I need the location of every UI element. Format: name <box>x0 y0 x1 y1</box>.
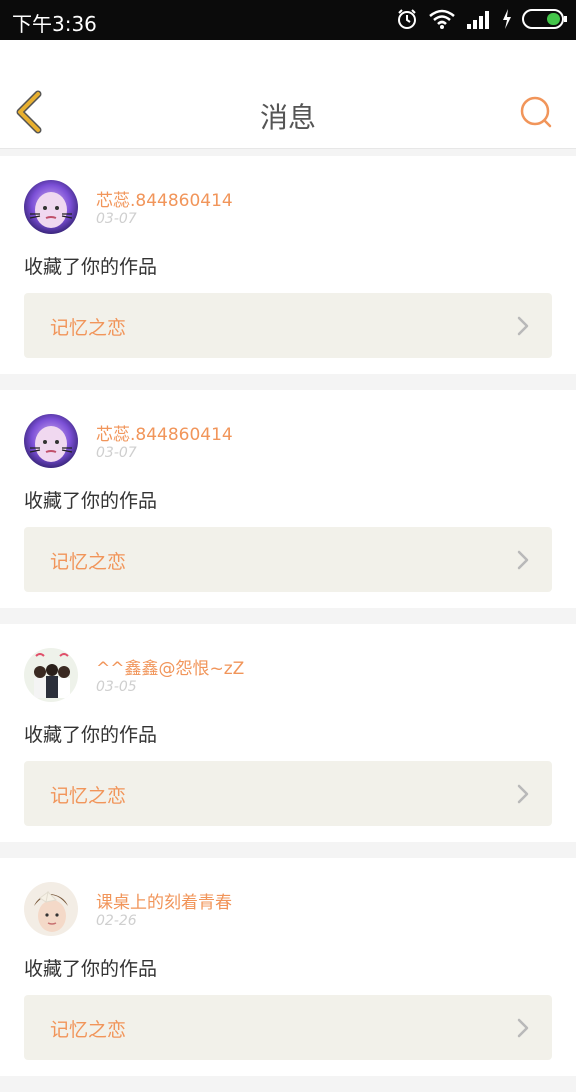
message-card: 课桌上的刻着青春 02-26 收藏了你的作品 记忆之恋 <box>0 858 576 1076</box>
chevron-right-icon <box>517 784 529 804</box>
work-link[interactable]: 记忆之恋 <box>24 995 552 1060</box>
avatar[interactable] <box>24 882 78 936</box>
work-title: 记忆之恋 <box>50 317 127 339</box>
work-link[interactable]: 记忆之恋 <box>24 761 552 826</box>
work-title: 记忆之恋 <box>50 785 127 807</box>
message-card: ^^鑫鑫@怨恨~zZ 03-05 收藏了你的作品 记忆之恋 <box>0 624 576 842</box>
status-time: 下午3:36 <box>12 12 97 36</box>
date: 03-05 <box>96 679 137 695</box>
username[interactable]: 芯蕊.844860414 <box>96 420 233 445</box>
date: 03-07 <box>96 445 137 461</box>
signal-icon <box>467 11 489 29</box>
username[interactable]: 课桌上的刻着青春 <box>96 888 232 913</box>
chevron-right-icon <box>517 316 529 336</box>
action-text: 收藏了你的作品 <box>24 490 158 512</box>
chevron-right-icon <box>517 550 529 570</box>
username[interactable]: ^^鑫鑫@怨恨~zZ <box>96 654 244 679</box>
username[interactable]: 芯蕊.844860414 <box>96 186 233 211</box>
status-icons <box>396 8 568 30</box>
search-icon <box>520 96 552 128</box>
action-text: 收藏了你的作品 <box>24 256 158 278</box>
work-link[interactable]: 记忆之恋 <box>24 293 552 358</box>
chevron-right-icon <box>517 1018 529 1038</box>
work-link[interactable]: 记忆之恋 <box>24 527 552 592</box>
message-card: 芯蕊.844860414 03-07 收藏了你的作品 记忆之恋 <box>0 390 576 608</box>
avatar[interactable] <box>24 414 78 468</box>
search-button[interactable] <box>518 94 556 132</box>
battery-icon <box>522 9 567 29</box>
action-text: 收藏了你的作品 <box>24 724 158 746</box>
message-list: 芯蕊.844860414 03-07 收藏了你的作品 记忆之恋 芯蕊.84486… <box>0 156 576 1092</box>
wifi-icon <box>429 9 455 29</box>
header: 消息 <box>0 40 576 149</box>
action-text: 收藏了你的作品 <box>24 958 158 980</box>
page-title: 消息 <box>259 101 316 134</box>
date: 02-26 <box>96 913 137 929</box>
charging-icon <box>503 9 511 29</box>
message-card: 芯蕊.844860414 03-07 收藏了你的作品 记忆之恋 <box>0 156 576 374</box>
date: 03-07 <box>96 211 137 227</box>
work-title: 记忆之恋 <box>50 1019 127 1041</box>
work-title: 记忆之恋 <box>50 551 127 573</box>
avatar[interactable] <box>24 648 78 702</box>
status-bar: 下午3:36 <box>0 0 576 40</box>
alarm-icon <box>398 9 416 29</box>
avatar[interactable] <box>24 180 78 234</box>
